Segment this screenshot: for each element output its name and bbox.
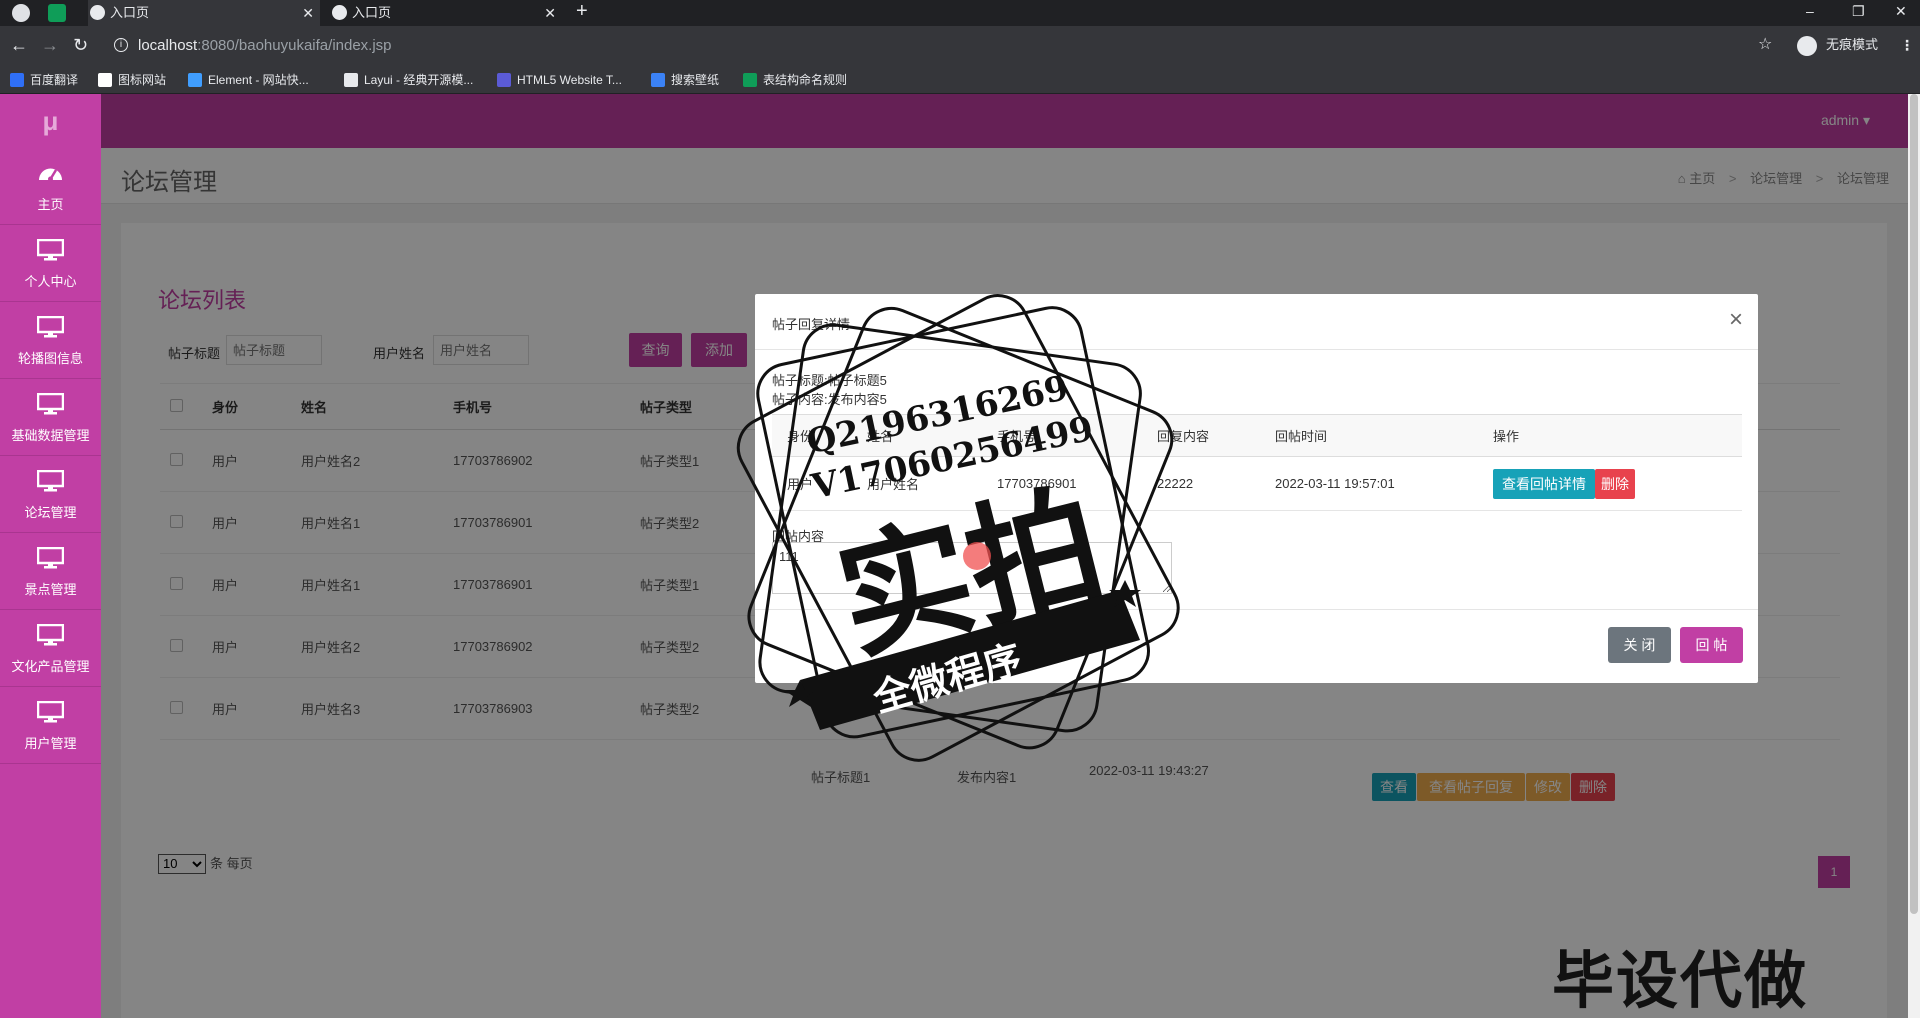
- reload-icon[interactable]: ↻: [73, 35, 88, 55]
- sidebar-item-scenic[interactable]: 景点管理: [0, 533, 101, 610]
- cursor-highlight: [963, 542, 991, 570]
- incognito-label: 无痕模式: [1826, 37, 1879, 52]
- sidebar-item-culture-products[interactable]: 文化产品管理: [0, 610, 101, 687]
- browser-menu-dots-icon[interactable]: ⋮: [1900, 34, 1914, 56]
- bookmark-wallpaper[interactable]: 搜索壁纸: [651, 71, 719, 89]
- browser-menu-icon[interactable]: [12, 4, 30, 22]
- delete-reply-button[interactable]: 删除: [1595, 468, 1635, 499]
- bookmark-layui[interactable]: Layui - 经典开源模...: [344, 71, 473, 89]
- pinned-tab-icon[interactable]: [48, 4, 66, 22]
- element-logo-icon: [188, 73, 202, 87]
- monitor-icon: [37, 547, 64, 569]
- sidebar: μ 主页 个人中心 轮播图信息 基础数据管理 论坛管理 景点管理 文化产品管理: [0, 94, 101, 1018]
- sidebar-item-basic-data[interactable]: 基础数据管理: [0, 379, 101, 456]
- bookmarks-bar: 百度翻译 图标网站 Element - 网站快... Layui - 经典开源模…: [0, 66, 1920, 94]
- bookmark-naming-rules[interactable]: 表结构命名规则: [743, 71, 847, 89]
- bookmark-html5[interactable]: HTML5 Website T...: [497, 71, 622, 89]
- site-info-icon[interactable]: i: [114, 38, 128, 52]
- reply-time: 2022-03-11 19:57:01: [1260, 456, 1478, 511]
- bookmark-element[interactable]: Element - 网站快...: [188, 71, 309, 89]
- scrollbar-thumb[interactable]: [1910, 94, 1918, 914]
- sidebar-item-profile[interactable]: 个人中心: [0, 225, 101, 302]
- incognito-icon[interactable]: [1797, 36, 1817, 56]
- address-bar[interactable]: i localhost:8080/baohuyukaifa/index.jsp: [108, 33, 1798, 59]
- sidebar-item-label: 景点管理: [24, 582, 77, 597]
- bookmark-star-icon[interactable]: ☆: [1758, 34, 1772, 56]
- app-logo: μ: [42, 106, 59, 136]
- browser-tab-2[interactable]: 入口页 ✕: [330, 0, 562, 26]
- wallpaper-logo-icon: [651, 73, 665, 87]
- sidebar-item-forum[interactable]: 论坛管理: [0, 456, 101, 533]
- flag-icon: [98, 73, 112, 87]
- sheet-icon: [743, 73, 757, 87]
- forward-icon[interactable]: →: [41, 35, 59, 55]
- sidebar-item-label: 文化产品管理: [11, 659, 90, 674]
- close-icon[interactable]: ×: [1729, 306, 1743, 334]
- monitor-icon: [37, 701, 64, 723]
- monitor-icon: [37, 316, 64, 338]
- url-path: :8080/baohuyukaifa/index.jsp: [197, 37, 392, 54]
- restore-icon[interactable]: ❐: [1852, 0, 1865, 22]
- close-window-icon[interactable]: ✕: [1895, 0, 1907, 22]
- dashboard-icon: [39, 168, 62, 182]
- html5-logo-icon: [497, 73, 511, 87]
- bookmark-baidu-translate[interactable]: 百度翻译: [10, 71, 78, 89]
- bookmark-icon-site[interactable]: 图标网站: [98, 71, 166, 89]
- tab-title: 入口页: [110, 5, 150, 20]
- modal-close-button[interactable]: 关 闭: [1608, 627, 1671, 663]
- sidebar-item-label: 论坛管理: [24, 505, 77, 520]
- stamp-watermark: Q2196316269 V17060256499 实拍 全微程序: [736, 294, 1180, 762]
- monitor-icon: [37, 470, 64, 492]
- sidebar-item-label: 轮播图信息: [17, 351, 83, 366]
- sidebar-item-carousel[interactable]: 轮播图信息: [0, 302, 101, 379]
- monitor-icon: [37, 624, 64, 646]
- reply-actions: 查看回帖详情 删除: [1478, 456, 1742, 511]
- monitor-icon: [37, 239, 64, 261]
- minimize-icon[interactable]: –: [1806, 0, 1814, 22]
- sidebar-item-label: 基础数据管理: [11, 428, 90, 443]
- sidebar-item-home[interactable]: 主页: [0, 148, 101, 225]
- sidebar-item-label: 用户管理: [24, 736, 77, 751]
- sidebar-item-label: 个人中心: [24, 274, 77, 289]
- corner-watermark: 毕设代做: [1552, 944, 1809, 1017]
- sidebar-item-label: 主页: [37, 197, 64, 212]
- monitor-icon: [37, 393, 64, 415]
- sidebar-item-users[interactable]: 用户管理: [0, 687, 101, 764]
- browser-tab-1[interactable]: 入口页 ✕: [88, 0, 320, 26]
- browser-toolbar: ← → ↻ i localhost:8080/baohuyukaifa/inde…: [0, 26, 1920, 66]
- tab-title: 入口页: [352, 5, 392, 20]
- back-icon[interactable]: ←: [10, 35, 28, 55]
- url-host: localhost: [138, 37, 198, 54]
- page-scrollbar[interactable]: [1908, 94, 1920, 1018]
- layui-logo-icon: [344, 73, 358, 87]
- tab-close-icon[interactable]: ✕: [544, 0, 556, 26]
- new-tab-icon[interactable]: +: [576, 0, 588, 22]
- tab-favicon-icon: [90, 5, 105, 20]
- bookmark-icon: [10, 73, 24, 87]
- column-header: 操作: [1478, 414, 1742, 457]
- submit-reply-button[interactable]: 回 帖: [1680, 627, 1743, 663]
- tab-close-icon[interactable]: ✕: [302, 0, 314, 26]
- tab-favicon-icon: [332, 5, 347, 20]
- browser-tab-strip: 入口页 ✕ 入口页 ✕ + – ❐ ✕: [0, 0, 1920, 26]
- column-header: 回帖时间: [1260, 414, 1478, 457]
- view-reply-detail-button[interactable]: 查看回帖详情: [1493, 468, 1595, 499]
